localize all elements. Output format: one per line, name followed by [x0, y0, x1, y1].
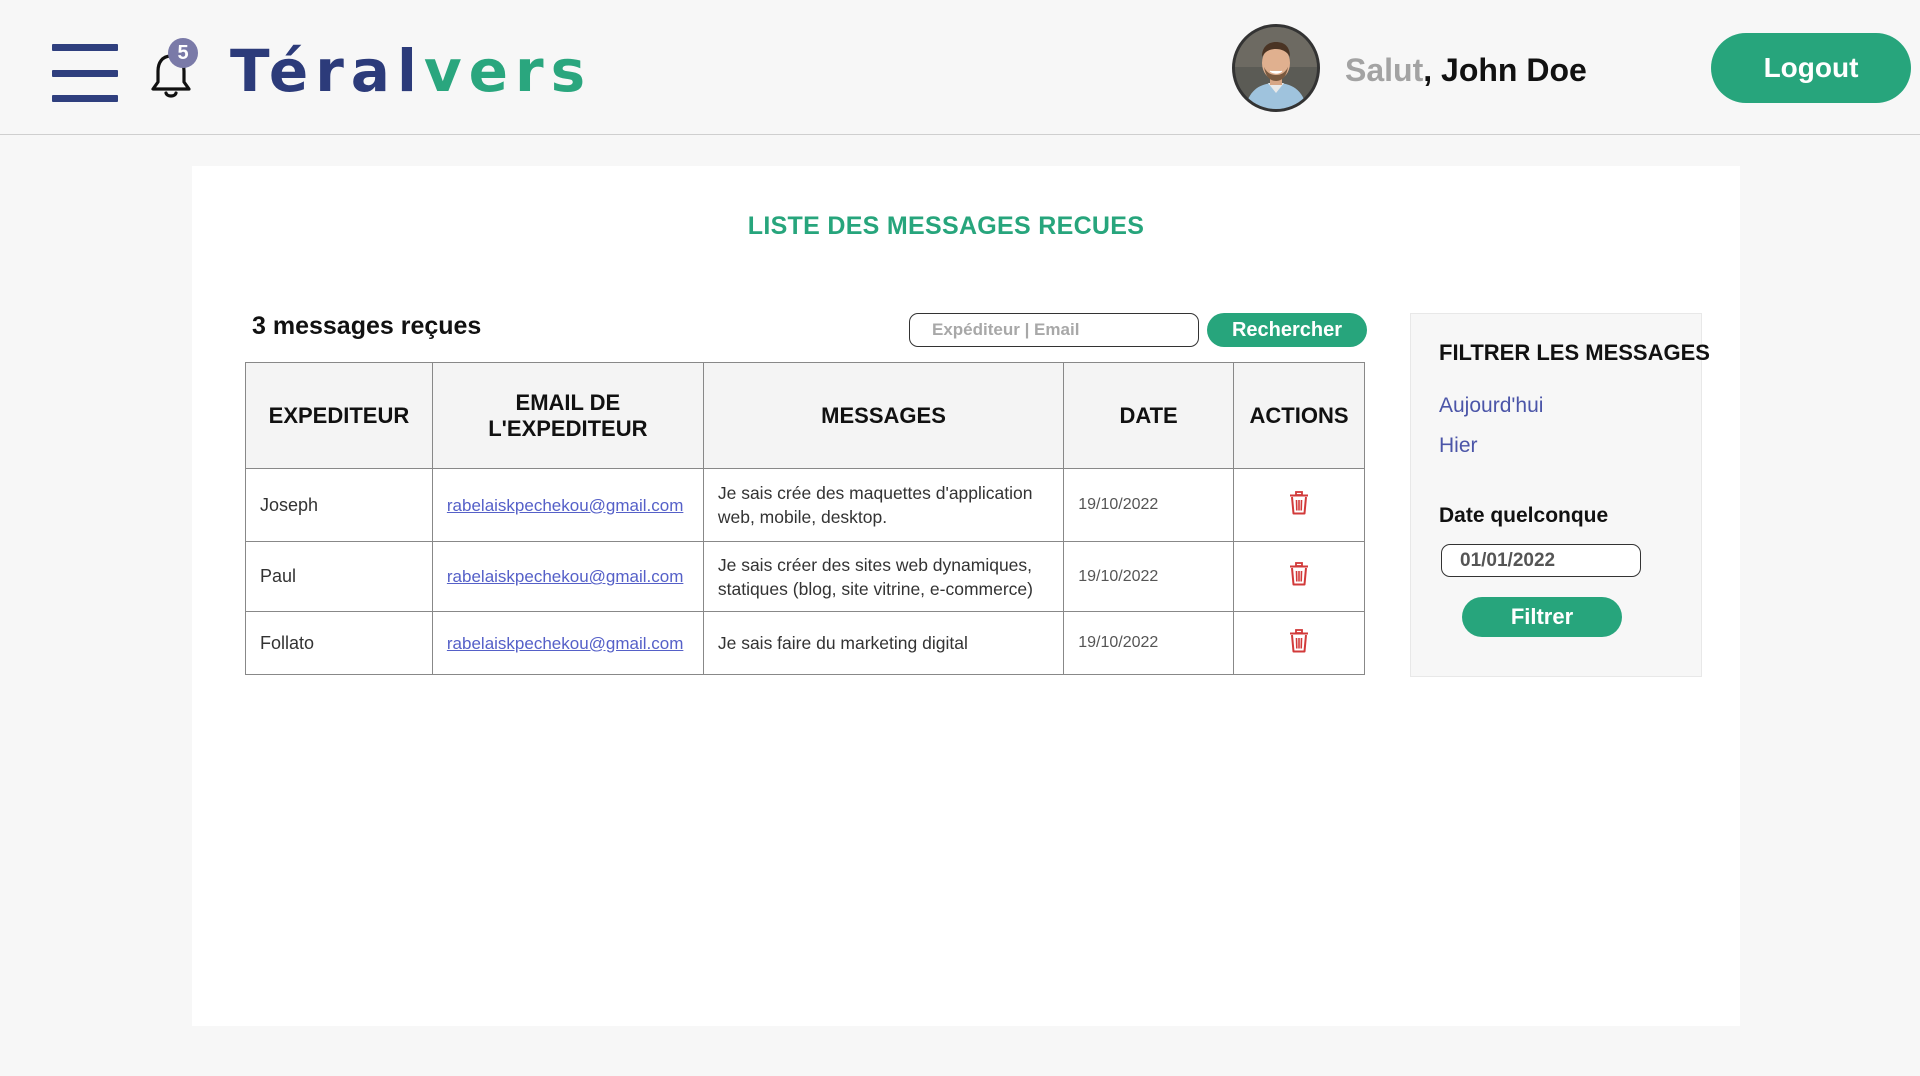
greeting-hello: Salut [1345, 52, 1424, 88]
email-cell: rabelaiskpechekou@gmail.com [431, 611, 704, 675]
notification-badge: 5 [168, 38, 198, 68]
avatar-image [1235, 27, 1317, 109]
search-input[interactable] [909, 313, 1199, 347]
trash-icon[interactable] [1288, 490, 1310, 517]
filter-yesterday-link[interactable]: Hier [1439, 434, 1478, 458]
date-field[interactable]: 01/01/2022 [1441, 544, 1641, 577]
brand-logo[interactable]: Téralvers [230, 38, 592, 104]
logo-text-part1: Téral [230, 37, 424, 105]
message-cell: Je sais faire du marketing digital [702, 611, 1065, 675]
table-header-row: EXPEDITEUR EMAIL DE L'EXPEDITEUR MESSAGE… [245, 362, 1365, 469]
email-link[interactable]: rabelaiskpechekou@gmail.com [447, 567, 683, 586]
actions-cell [1233, 611, 1365, 675]
date-cell: 19/10/2022 [1063, 468, 1235, 542]
avatar[interactable] [1232, 24, 1320, 112]
filter-today-link[interactable]: Aujourd'hui [1439, 394, 1543, 418]
date-cell: 19/10/2022 [1063, 611, 1235, 675]
column-header-email: EMAIL DE L'EXPEDITEUR [431, 362, 704, 469]
hamburger-menu-icon[interactable] [52, 44, 118, 102]
message-cell: Je sais créer des sites web dynamiques, … [702, 541, 1065, 612]
filter-button[interactable]: Filtrer [1462, 597, 1622, 637]
filter-title: FILTRER LES MESSAGES [1439, 340, 1710, 365]
email-link[interactable]: rabelaiskpechekou@gmail.com [447, 496, 683, 515]
trash-icon-svg [1290, 628, 1308, 652]
sender-cell: Joseph [245, 468, 433, 542]
trash-icon-svg [1290, 490, 1308, 514]
date-field-label: Date quelconque [1439, 504, 1609, 527]
email-cell: rabelaiskpechekou@gmail.com [431, 541, 704, 612]
email-link[interactable]: rabelaiskpechekou@gmail.com [447, 634, 683, 653]
trash-icon[interactable] [1288, 628, 1310, 655]
message-count: 3 messages reçues [252, 312, 482, 340]
search-button[interactable]: Rechercher [1207, 313, 1367, 347]
actions-cell [1233, 468, 1365, 542]
trash-icon-svg [1290, 562, 1308, 586]
messages-table: EXPEDITEUR EMAIL DE L'EXPEDITEUR MESSAGE… [245, 362, 1365, 675]
actions-cell [1233, 541, 1365, 612]
hamburger-line [52, 44, 118, 51]
message-cell: Je sais crée des maquettes d'application… [702, 468, 1065, 542]
page-title: LISTE DES MESSAGES RECUES [747, 212, 1145, 240]
column-header-date: DATE [1063, 362, 1235, 469]
trash-icon[interactable] [1288, 562, 1310, 588]
column-header-actions: ACTIONS [1233, 362, 1365, 469]
column-header-message: MESSAGES [702, 362, 1065, 469]
sender-cell: Paul [245, 541, 433, 612]
top-bar: 5 Téralvers Salut, John Doe Logout [0, 0, 1920, 135]
table-row: Joseph rabelaiskpechekou@gmail.com Je sa… [245, 468, 1365, 542]
user-name: John Doe [1441, 52, 1587, 88]
table-row: Follato rabelaiskpechekou@gmail.com Je s… [245, 611, 1365, 675]
user-greeting: Salut, John Doe [1345, 50, 1587, 90]
hamburger-line [52, 69, 118, 77]
logout-button[interactable]: Logout [1711, 33, 1911, 103]
table-row: Paul rabelaiskpechekou@gmail.com Je sais… [245, 541, 1365, 612]
filter-panel: FILTRER LES MESSAGES Aujourd'hui Hier Da… [1410, 313, 1710, 677]
sender-cell: Follato [245, 611, 433, 675]
greeting-separator: , [1423, 52, 1442, 88]
column-header-sender: EXPEDITEUR [245, 362, 433, 469]
hamburger-line [52, 95, 118, 102]
date-cell: 19/10/2022 [1063, 541, 1235, 612]
email-cell: rabelaiskpechekou@gmail.com [431, 468, 704, 542]
logo-text-part2: vers [423, 37, 593, 105]
